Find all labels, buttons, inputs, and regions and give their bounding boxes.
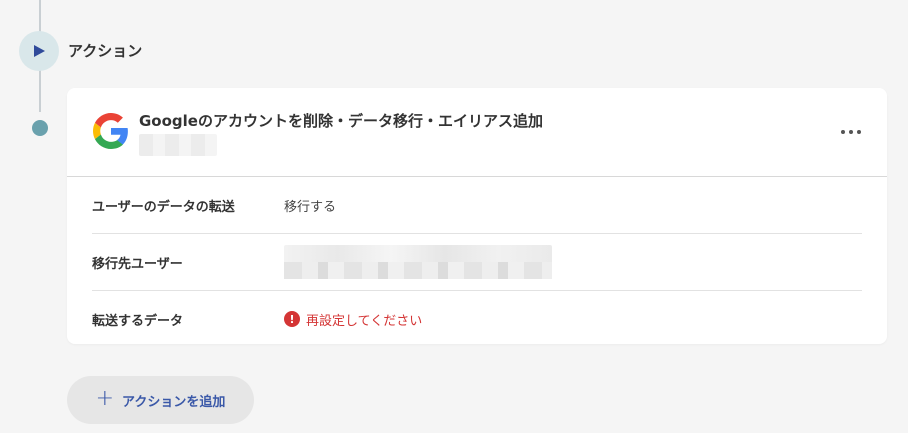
- settings-row-transfer[interactable]: ユーザーのデータの転送 移行する: [92, 177, 862, 234]
- section-title: アクション: [68, 42, 143, 60]
- card-header[interactable]: Googleのアカウントを削除・データ移行・エイリアス追加: [67, 88, 887, 177]
- error-text: 再設定してください: [306, 313, 423, 329]
- error-message: ! 再設定してください: [284, 310, 422, 329]
- action-card[interactable]: Googleのアカウントを削除・データ移行・エイリアス追加 ユーザーのデータの転…: [67, 88, 887, 344]
- dot-icon: [841, 130, 845, 134]
- row-label: 移行先ユーザー: [92, 256, 183, 272]
- row-label: ユーザーのデータの転送: [92, 199, 235, 215]
- redacted-value: [284, 245, 552, 279]
- add-action-button[interactable]: + アクションを追加: [67, 376, 254, 424]
- row-label: 転送するデータ: [92, 313, 184, 329]
- card-title: Googleのアカウントを削除・データ移行・エイリアス追加: [139, 112, 543, 130]
- dot-icon: [857, 130, 861, 134]
- google-logo-icon: [93, 113, 128, 149]
- plus-icon: +: [95, 386, 115, 411]
- more-options-button[interactable]: [841, 124, 861, 140]
- settings-rows: ユーザーのデータの転送 移行する 移行先ユーザー 転送するデータ ! 再設定して…: [92, 177, 862, 347]
- row-value: 移行する: [284, 199, 337, 215]
- settings-row-transfer-data[interactable]: 転送するデータ ! 再設定してください: [92, 291, 862, 347]
- add-action-label: アクションを追加: [122, 394, 226, 410]
- action-step-icon: [19, 31, 59, 71]
- timeline-dot: [32, 120, 48, 136]
- dot-icon: [849, 130, 853, 134]
- exclamation-circle-icon: !: [284, 311, 300, 327]
- settings-row-destination-user[interactable]: 移行先ユーザー: [92, 234, 862, 291]
- redacted-subtitle: [139, 134, 217, 156]
- play-icon: [34, 45, 45, 57]
